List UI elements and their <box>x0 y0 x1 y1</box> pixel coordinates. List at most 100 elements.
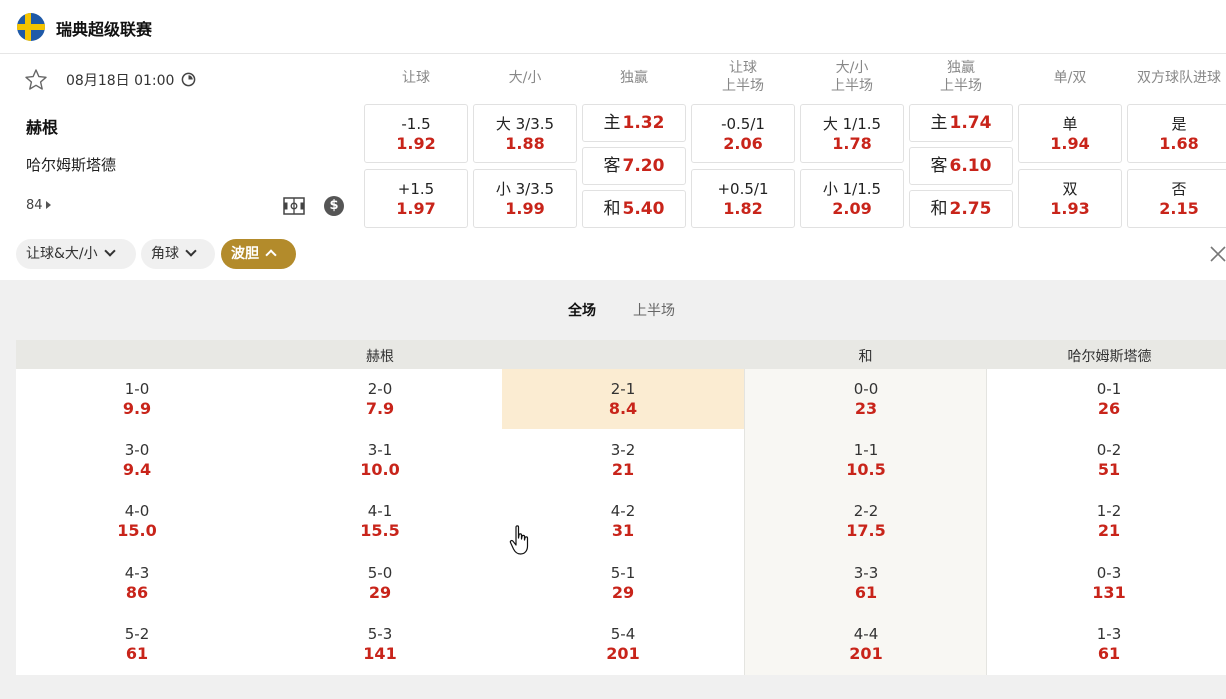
score-odds: 61 <box>854 582 878 602</box>
odds-label: 和 <box>930 198 948 219</box>
filter-handicap-overunder[interactable]: 让球&大/小 <box>16 239 136 269</box>
filter-label: 角球 <box>151 246 179 262</box>
market-header: 让球 上半场 <box>691 59 795 95</box>
score-cell-away[interactable]: 0-3 131 <box>988 553 1226 613</box>
score-cell-home[interactable]: 4-2 31 <box>502 491 744 551</box>
market-header: 独赢 上半场 <box>909 59 1013 95</box>
score-label: 0-0 <box>853 380 879 398</box>
score-odds: 7.9 <box>365 399 395 418</box>
score-odds: 61 <box>1097 643 1121 663</box>
score-label: 4-0 <box>124 502 150 521</box>
score-odds: 31 <box>611 521 635 541</box>
score-label: 5-0 <box>367 563 393 582</box>
score-label: 3-1 <box>367 441 393 460</box>
score-cell-home[interactable]: 5-4 201 <box>502 614 744 674</box>
odds-label: 客 <box>930 155 948 176</box>
score-odds: 201 <box>849 643 883 663</box>
close-icon[interactable] <box>1208 244 1226 264</box>
score-odds: 141 <box>363 643 397 663</box>
score-cell-away[interactable]: 1-3 61 <box>988 614 1226 674</box>
score-cell-home[interactable]: 3-1 10.0 <box>259 430 501 490</box>
market-header: 双方球队进球 <box>1127 69 1226 87</box>
chevron-down-icon <box>185 245 197 257</box>
score-cell-home[interactable]: 5-0 29 <box>259 553 501 613</box>
score-cell-draw[interactable]: 4-4 201 <box>745 614 987 674</box>
score-odds: 131 <box>1092 582 1126 602</box>
market-header-line: 大/小 <box>835 60 869 76</box>
odds-button[interactable]: 单 1.94 <box>1018 104 1122 163</box>
sweden-flag-icon <box>17 13 45 41</box>
odds-button[interactable]: 是 1.68 <box>1127 104 1226 163</box>
tab-first-half[interactable]: 上半场 <box>633 300 675 320</box>
score-label: 1-3 <box>1096 624 1122 643</box>
score-cell-draw[interactable]: 0-0 23 <box>745 369 987 429</box>
odds-label: 和 <box>603 198 621 219</box>
score-odds: 9.4 <box>122 460 152 480</box>
odds-label: 主 <box>603 112 621 133</box>
score-cell-draw[interactable]: 3-3 61 <box>745 553 987 613</box>
correct-score-panel: 全场 上半场 赫根 和 哈尔姆斯塔德 1-0 9.9 2-0 7.9 2-1 8.4 3-0… <box>0 280 1226 699</box>
score-odds: 201 <box>606 643 640 663</box>
odds-label: +0.5/1 <box>717 180 769 198</box>
odds-value: 1.74 <box>949 112 992 133</box>
odds-button[interactable]: 和 2.75 <box>909 190 1013 228</box>
score-odds: 21 <box>1097 521 1121 541</box>
score-cell-home[interactable]: 4-3 86 <box>16 553 258 613</box>
score-label: 5-3 <box>367 624 393 643</box>
score-cell-home[interactable]: 5-2 61 <box>16 614 258 674</box>
odds-button[interactable]: 大 3/3.5 1.88 <box>473 104 577 163</box>
odds-value: 2.15 <box>1159 199 1199 218</box>
odds-button[interactable]: 否 2.15 <box>1127 169 1226 228</box>
score-cell-home[interactable]: 3-0 9.4 <box>16 430 258 490</box>
odds-button[interactable]: 客 7.20 <box>582 147 686 185</box>
score-cell-home[interactable]: 2-1 8.4 <box>502 369 744 429</box>
odds-button[interactable]: 客 6.10 <box>909 147 1013 185</box>
pitch-stats-icon[interactable] <box>283 197 305 215</box>
filter-correct-score[interactable]: 波胆 <box>221 239 296 269</box>
score-cell-away[interactable]: 0-2 51 <box>988 430 1226 490</box>
dollar-icon[interactable]: $ <box>324 196 344 216</box>
odds-button[interactable]: 和 5.40 <box>582 190 686 228</box>
odds-button[interactable]: 主 1.32 <box>582 104 686 142</box>
score-cell-draw[interactable]: 2-2 17.5 <box>745 491 987 551</box>
score-cell-home[interactable]: 5-1 29 <box>502 553 744 613</box>
kickoff-time: 08月18日 01:00 <box>66 73 175 89</box>
away-column-header: 哈尔姆斯塔德 <box>1067 349 1152 365</box>
score-label: 1-2 <box>1096 502 1122 521</box>
odds-button[interactable]: 主 1.74 <box>909 104 1013 142</box>
filter-corners[interactable]: 角球 <box>141 239 215 269</box>
odds-button[interactable]: 小 3/3.5 1.99 <box>473 169 577 228</box>
tab-full-time[interactable]: 全场 <box>568 300 596 320</box>
score-cell-home[interactable]: 1-0 9.9 <box>16 369 258 429</box>
odds-button[interactable]: -1.5 1.92 <box>364 104 468 163</box>
score-cell-home[interactable]: 3-2 21 <box>502 430 744 490</box>
favorite-star-icon[interactable] <box>24 68 48 92</box>
score-cell-away[interactable]: 1-2 21 <box>988 491 1226 551</box>
home-team-name: 赫根 <box>26 118 59 137</box>
odds-label: -1.5 <box>401 115 431 133</box>
odds-button[interactable]: +1.5 1.97 <box>364 169 468 228</box>
score-cell-home[interactable]: 2-0 7.9 <box>259 369 501 429</box>
odds-button[interactable]: -0.5/1 2.06 <box>691 104 795 163</box>
odds-value: 1.92 <box>396 134 436 153</box>
odds-button[interactable]: 双 1.93 <box>1018 169 1122 228</box>
odds-label: 大 3/3.5 <box>495 115 555 133</box>
more-markets-link[interactable]: 84 <box>26 198 51 213</box>
score-cell-away[interactable]: 0-1 26 <box>988 369 1226 429</box>
score-cell-home[interactable]: 4-1 15.5 <box>259 491 501 551</box>
score-cell-home[interactable]: 4-0 15.0 <box>16 491 258 551</box>
score-odds: 21 <box>611 460 635 480</box>
odds-button[interactable]: 小 1/1.5 2.09 <box>800 169 904 228</box>
odds-button[interactable]: +0.5/1 1.82 <box>691 169 795 228</box>
market-header: 单/双 <box>1018 69 1122 87</box>
odds-value: 2.06 <box>723 134 763 153</box>
score-odds: 23 <box>854 399 878 418</box>
odds-button[interactable]: 大 1/1.5 1.78 <box>800 104 904 163</box>
score-odds: 15.0 <box>117 521 157 541</box>
odds-label: 否 <box>1171 180 1187 198</box>
score-cell-home[interactable]: 5-3 141 <box>259 614 501 674</box>
score-cell-draw[interactable]: 1-1 10.5 <box>745 430 987 490</box>
draw-column-header: 和 <box>858 349 873 365</box>
odds-value: 7.20 <box>622 155 665 176</box>
filter-label: 波胆 <box>231 246 259 262</box>
